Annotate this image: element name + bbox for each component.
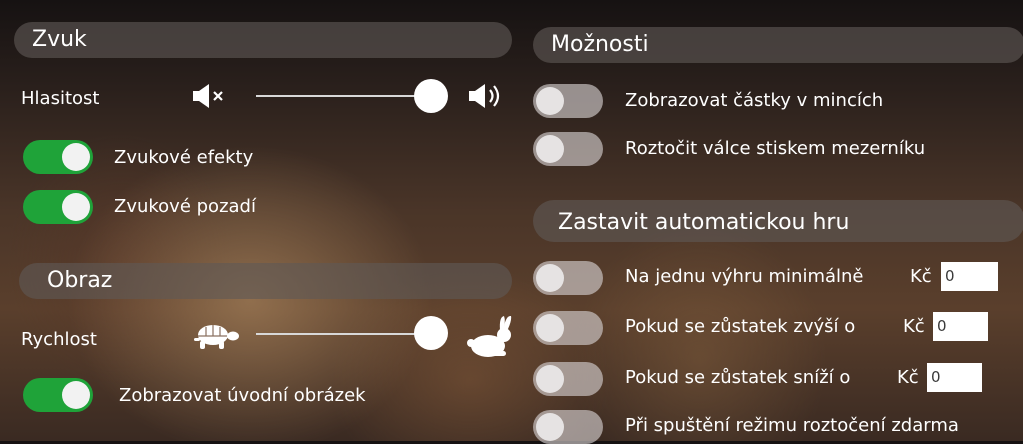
toggle-knob (536, 365, 564, 393)
background-sound-label: Zvukové pozadí (114, 196, 256, 217)
balance-increase-label: Pokud se zůstatek zvýší o (625, 316, 856, 337)
balance-decrease-toggle[interactable] (533, 362, 603, 396)
toggle-knob (536, 264, 564, 292)
free-spins-toggle[interactable] (533, 410, 603, 444)
sound-header-title: Zvuk (32, 27, 87, 52)
balance-increase-input[interactable]: 0 (933, 312, 988, 341)
toggle-knob (62, 193, 90, 221)
toggle-knob (536, 87, 564, 115)
spacebar-spin-label: Roztočit válce stiskem mezerníku (625, 138, 926, 159)
balance-increase-currency: Kč (903, 316, 925, 337)
speaker-loud-icon[interactable] (468, 82, 512, 114)
win-limit-currency: Kč (910, 266, 932, 287)
autoplay-header-title: Zastavit automatickou hru (558, 210, 850, 235)
coins-label: Zobrazovat částky v mincích (625, 90, 884, 111)
balance-decrease-currency: Kč (897, 367, 919, 388)
sound-section-header: Zvuk (14, 22, 512, 58)
win-limit-toggle[interactable] (533, 261, 603, 295)
volume-slider-thumb[interactable] (414, 79, 448, 113)
sound-effects-toggle[interactable] (23, 140, 93, 174)
speaker-mute-icon[interactable] (192, 83, 236, 113)
win-limit-input[interactable]: 0 (941, 262, 998, 291)
balance-increase-toggle[interactable] (533, 311, 603, 345)
speed-label: Rychlost (21, 329, 97, 350)
spacebar-spin-toggle[interactable] (533, 132, 603, 166)
image-header-title: Obraz (47, 268, 113, 293)
toggle-knob (62, 143, 90, 171)
coins-toggle[interactable] (533, 84, 603, 118)
balance-decrease-label: Pokud se zůstatek sníží o (625, 367, 851, 388)
image-section-header: Obraz (19, 263, 512, 299)
speed-slider-track[interactable] (256, 333, 436, 335)
toggle-knob (536, 135, 564, 163)
balance-decrease-input[interactable]: 0 (927, 363, 982, 392)
options-section-header: Možnosti (533, 27, 1023, 63)
background-sound-toggle[interactable] (23, 190, 93, 224)
free-spins-label: Při spuštění režimu roztočení zdarma (625, 415, 959, 436)
intro-image-label: Zobrazovat úvodní obrázek (119, 385, 366, 406)
win-limit-label: Na jednu výhru minimálně (625, 266, 864, 287)
sound-effects-label: Zvukové efekty (114, 147, 254, 168)
autoplay-section-header: Zastavit automatickou hru (533, 200, 1023, 242)
options-header-title: Možnosti (551, 32, 649, 57)
speed-slider-thumb[interactable] (414, 316, 448, 350)
volume-label: Hlasitost (21, 88, 100, 109)
toggle-knob (536, 413, 564, 441)
rabbit-icon[interactable] (466, 313, 516, 363)
turtle-icon[interactable] (192, 321, 240, 355)
toggle-knob (536, 314, 564, 342)
toggle-knob (62, 381, 90, 409)
intro-image-toggle[interactable] (23, 378, 93, 412)
volume-slider-track[interactable] (256, 95, 436, 97)
